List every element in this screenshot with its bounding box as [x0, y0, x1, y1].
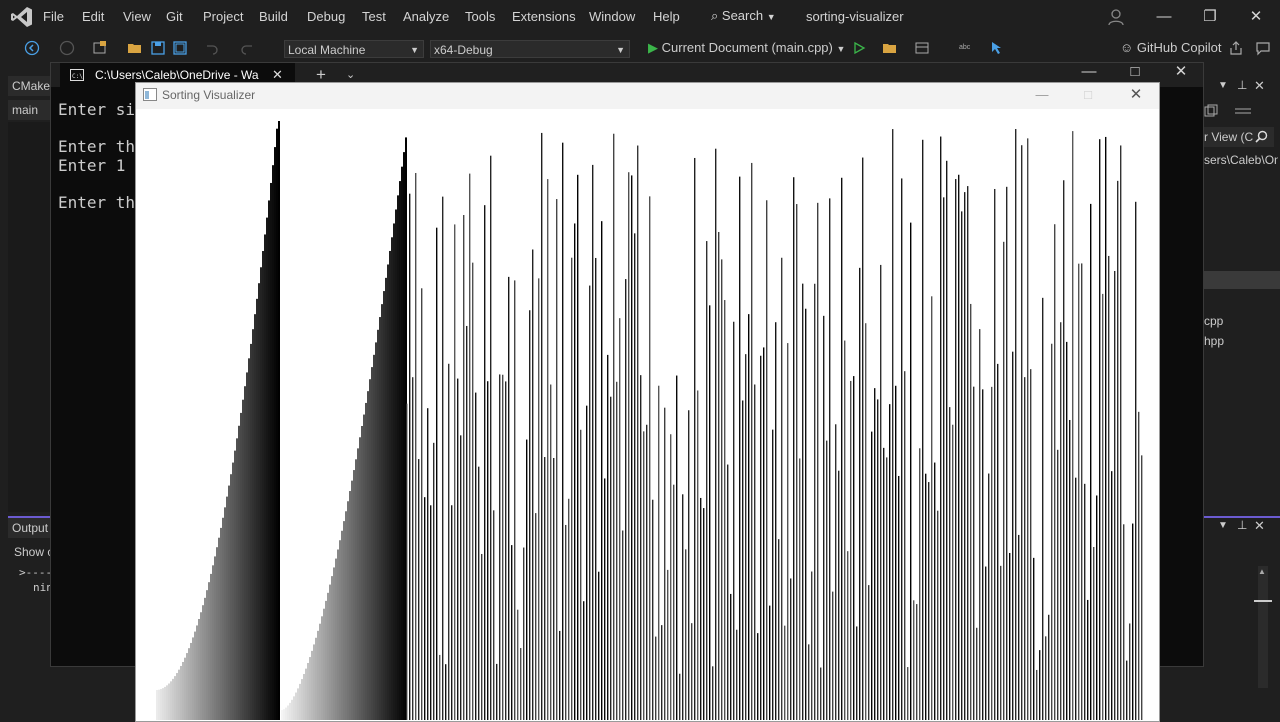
menu-view[interactable]: View [123, 9, 151, 24]
close-panel-icon[interactable]: ✕ [1254, 78, 1265, 94]
run-button[interactable]: ▶ Current Document (main.cpp) ▼ [648, 40, 845, 56]
show-output-from-label: Show c [14, 545, 54, 559]
forward-icon[interactable] [59, 40, 75, 56]
copilot-label: GitHub Copilot [1136, 40, 1222, 55]
close-icon[interactable]: ✕ [1245, 7, 1267, 27]
solution-path: sers\Caleb\On [1204, 153, 1278, 167]
tree-item-cpp-file[interactable]: cpp [1204, 314, 1223, 328]
menu-project[interactable]: Project [203, 9, 243, 24]
github-copilot-button[interactable]: ☺ GitHub Copilot [1120, 40, 1221, 55]
menu-tools[interactable]: Tools [465, 9, 495, 24]
configuration-dropdown[interactable]: x64-Debug ▼ [430, 40, 630, 58]
scroll-up-icon[interactable]: ▲ [1258, 567, 1266, 576]
undo-icon[interactable] [203, 40, 219, 56]
window-app-icon [143, 88, 157, 101]
svg-text:abc: abc [959, 44, 971, 51]
chevron-down-icon: ▼ [616, 45, 625, 55]
visualizer-minimize-icon[interactable]: — [1032, 87, 1052, 103]
search-icon[interactable] [1255, 130, 1268, 143]
search-label: Search [721, 8, 764, 23]
svg-text:C:\: C:\ [72, 73, 83, 80]
solution-search-placeholder: r View (C [1204, 130, 1254, 144]
menu-edit[interactable]: Edit [82, 9, 104, 24]
share-icon[interactable] [1228, 40, 1244, 56]
terminal-line: Enter the [58, 137, 145, 156]
sorting-bars-canvas [156, 121, 1143, 720]
close-panel-icon[interactable]: ✕ [1254, 518, 1265, 534]
scroll-position-marker [1254, 600, 1272, 602]
project-name: sorting-visualizer [806, 9, 904, 24]
terminal-line: Enter the [58, 193, 145, 212]
open-folder-icon[interactable] [127, 40, 143, 56]
account-icon[interactable] [1106, 7, 1126, 27]
chevron-down-icon[interactable]: ▼ [1218, 80, 1228, 91]
layout-icon[interactable] [914, 40, 930, 56]
chevron-down-icon[interactable]: ▼ [1218, 520, 1228, 531]
chevron-down-icon[interactable]: ⌄ [346, 68, 355, 81]
configuration-dropdown-value: x64-Debug [434, 43, 493, 57]
folder-icon[interactable] [882, 40, 898, 56]
vs-title-bar [0, 0, 1280, 34]
menu-help[interactable]: Help [653, 9, 680, 24]
visualizer-window-title: Sorting Visualizer [162, 88, 256, 102]
tab-main-cpp[interactable]: main [8, 100, 53, 120]
pin-icon[interactable]: ⊥ [1237, 78, 1247, 92]
bottom-right-panel [1203, 516, 1280, 722]
menu-file[interactable]: File [43, 9, 64, 24]
terminal-icon: C:\ [70, 69, 84, 81]
play-icon: ▶ [648, 40, 658, 55]
machine-dropdown-value: Local Machine [288, 43, 366, 57]
feedback-icon[interactable] [1255, 40, 1271, 56]
menu-git[interactable]: Git [166, 9, 183, 24]
chevron-down-icon: ▼ [766, 12, 776, 22]
menu-build[interactable]: Build [259, 9, 288, 24]
editor-area [8, 122, 51, 512]
vs-toolbar [0, 34, 1280, 62]
terminal-close-icon[interactable]: ✕ [1170, 62, 1192, 82]
menu-analyze[interactable]: Analyze [403, 9, 449, 24]
visualizer-title-bar[interactable] [136, 83, 1159, 109]
start-without-debugging-icon[interactable] [851, 40, 867, 56]
run-target-label: Current Document (main.cpp) [661, 40, 833, 55]
terminal-minimize-icon[interactable]: — [1078, 62, 1100, 82]
restore-icon[interactable]: ❐ [1199, 7, 1221, 27]
tab-cmake[interactable]: CMake [8, 76, 53, 96]
menu-extensions[interactable]: Extensions [512, 9, 576, 24]
spell-check-icon[interactable]: abc [958, 40, 974, 56]
menu-window[interactable]: Window [589, 9, 635, 24]
tab-output[interactable]: Output [8, 516, 52, 538]
pointer-icon[interactable] [989, 40, 1005, 56]
redo-icon[interactable] [240, 40, 256, 56]
output-line: >---- [19, 566, 53, 579]
terminal-line: Enter si [58, 100, 136, 119]
output-scrollbar[interactable] [1258, 566, 1268, 688]
menu-debug[interactable]: Debug [307, 9, 345, 24]
new-project-icon[interactable] [92, 40, 108, 56]
back-icon[interactable] [24, 40, 40, 56]
search-box[interactable]: ⌕ Search ▼ [703, 4, 795, 28]
visualizer-maximize-icon[interactable]: □ [1078, 87, 1098, 103]
visual-studio-logo-icon [11, 7, 32, 27]
selected-tree-item[interactable] [1204, 271, 1280, 289]
terminal-maximize-icon[interactable]: □ [1124, 62, 1146, 82]
chevron-down-icon: ▼ [410, 45, 419, 55]
sync-icon[interactable] [1204, 104, 1218, 118]
pin-icon[interactable]: ⊥ [1237, 518, 1247, 532]
visualizer-close-icon[interactable]: ✕ [1126, 87, 1146, 103]
save-all-icon[interactable] [172, 40, 188, 56]
copilot-icon: ☺ [1120, 40, 1134, 55]
machine-dropdown[interactable]: Local Machine ▼ [284, 40, 424, 58]
terminal-line: Enter 1 [58, 156, 136, 175]
tree-item-hpp-file[interactable]: hpp [1204, 334, 1224, 348]
chevron-down-icon: ▼ [836, 44, 846, 54]
menu-test[interactable]: Test [362, 9, 386, 24]
properties-icon[interactable] [1234, 104, 1252, 118]
search-icon: ⌕ [711, 8, 719, 23]
save-icon[interactable] [150, 40, 166, 56]
minimize-icon[interactable]: — [1153, 7, 1175, 27]
